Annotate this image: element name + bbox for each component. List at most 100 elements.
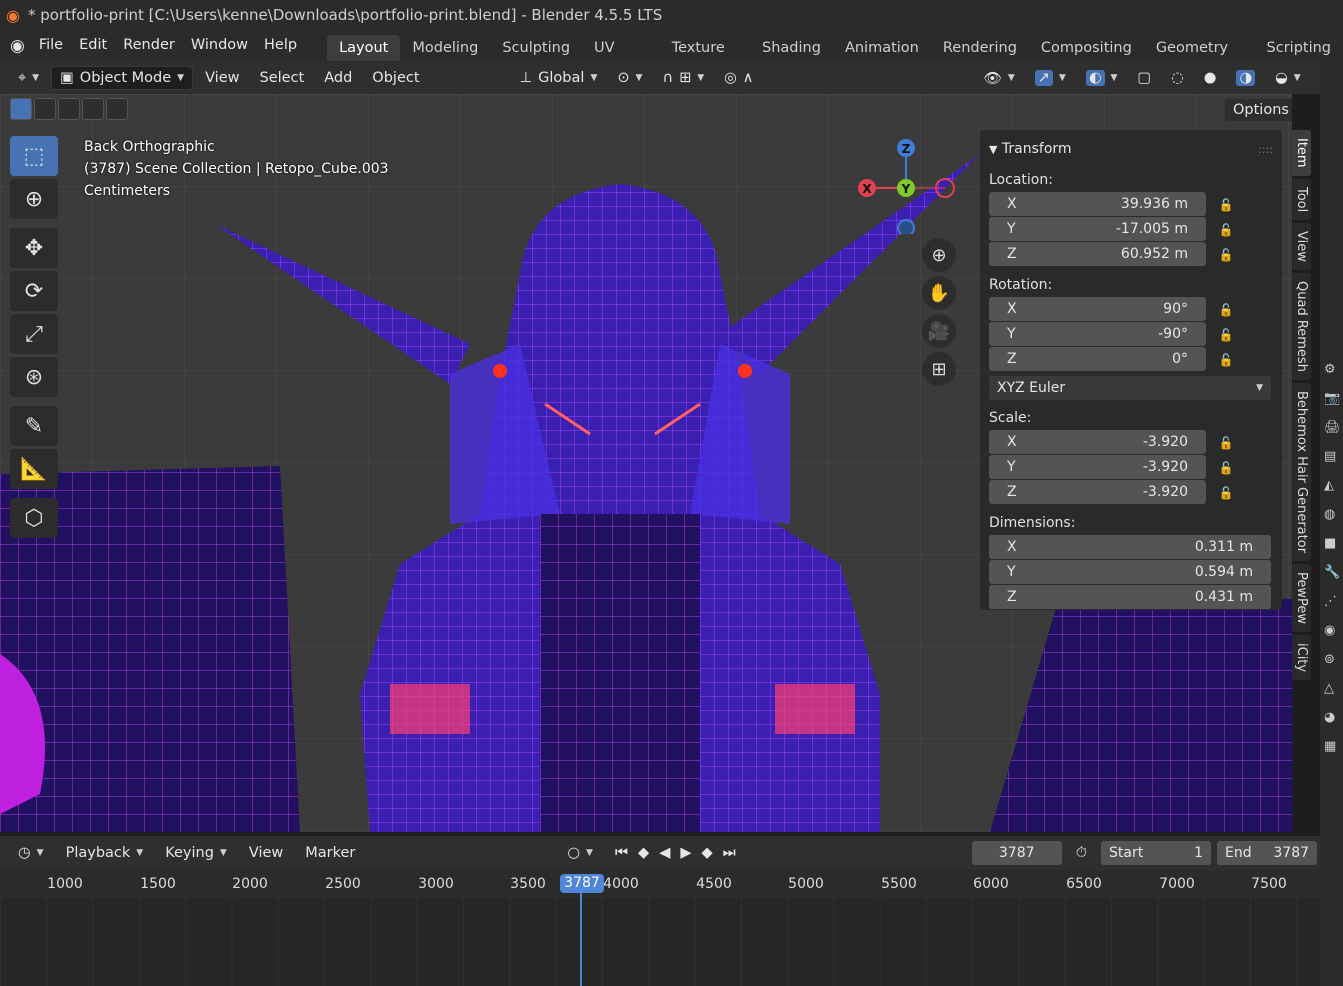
location-x-field[interactable]: X 39.936 m: [989, 192, 1206, 216]
lock-icon[interactable]: 🔓: [1214, 198, 1238, 212]
pivot-button[interactable]: ⊙ ▼: [609, 66, 650, 90]
location-y-field[interactable]: Y -17.005 m: [989, 217, 1206, 241]
transform-header[interactable]: ▼ Transform ::::: [989, 136, 1273, 162]
menu-view[interactable]: View: [197, 66, 247, 90]
cursor-tool[interactable]: ⊕: [10, 179, 58, 219]
snap-button[interactable]: ∩ ⊞ ▼: [654, 66, 712, 90]
select-intersect-icon[interactable]: [106, 98, 128, 120]
orientation-dropdown[interactable]: ⊥ Global ▼: [512, 66, 606, 90]
select-box-tool[interactable]: ⬚: [10, 136, 58, 176]
shading-material-button[interactable]: ◑: [1228, 66, 1263, 90]
navigation-gizmo[interactable]: Z X Y: [855, 134, 960, 234]
timeline-view-menu[interactable]: View: [241, 841, 291, 865]
lock-icon[interactable]: 🔓: [1214, 353, 1238, 367]
mode-dropdown[interactable]: ▣ Object Mode ▼: [51, 66, 194, 90]
menu-add[interactable]: Add: [316, 66, 360, 90]
next-keyframe-icon[interactable]: ◆: [702, 845, 713, 861]
tab-geometry-nodes[interactable]: Geometry Nodes: [1144, 35, 1255, 82]
annotate-tool[interactable]: ✎: [10, 406, 58, 446]
scale-z-field[interactable]: Z -3.920: [989, 480, 1206, 504]
texture-props-icon[interactable]: ▦: [1324, 739, 1341, 754]
options-button[interactable]: Options▼: [1224, 98, 1292, 122]
menu-file[interactable]: File: [31, 30, 71, 62]
lock-icon[interactable]: 🔓: [1214, 328, 1238, 342]
output-props-icon[interactable]: 🖨: [1324, 420, 1341, 435]
tab-modeling[interactable]: Modeling: [400, 35, 490, 61]
particles-icon[interactable]: ⋰: [1324, 594, 1341, 609]
auto-key-button[interactable]: ○ ▼: [559, 841, 601, 865]
start-frame-field[interactable]: Start 1: [1101, 841, 1212, 865]
keying-menu[interactable]: Keying ▼: [157, 841, 235, 865]
current-frame-field[interactable]: 3787: [971, 841, 1062, 865]
end-frame-field[interactable]: End 3787: [1217, 841, 1318, 865]
physics-icon[interactable]: ◉: [1324, 623, 1341, 638]
playhead-line[interactable]: [580, 886, 582, 986]
timeline-ruler[interactable]: 1000 1500 2000 2500 3000 3500 4000 4500 …: [0, 870, 1320, 898]
play-icon[interactable]: ▶: [680, 845, 691, 861]
world-props-icon[interactable]: ◍: [1324, 507, 1341, 522]
data-props-icon[interactable]: △: [1324, 681, 1341, 696]
menu-render[interactable]: Render: [115, 30, 183, 62]
measure-tool[interactable]: 📐: [10, 449, 58, 489]
proportional-edit-button[interactable]: ◎ ∧: [716, 66, 761, 90]
visibility-button[interactable]: 👁 ▼: [975, 66, 1022, 90]
scale-x-field[interactable]: X -3.920: [989, 430, 1206, 454]
ortho-toggle-button[interactable]: ⊞: [922, 352, 956, 386]
pan-button[interactable]: ✋: [922, 276, 956, 310]
tab-shading[interactable]: Shading: [750, 35, 833, 61]
select-extend-icon[interactable]: [34, 98, 56, 120]
view-layer-icon[interactable]: ▤: [1324, 449, 1341, 464]
menu-help[interactable]: Help: [256, 30, 305, 62]
tab-compositing[interactable]: Compositing: [1029, 35, 1144, 61]
tab-pewpew[interactable]: PewPew: [1292, 563, 1311, 632]
drag-handle-icon[interactable]: ::::: [1258, 143, 1273, 156]
dimension-y-field[interactable]: Y 0.594 m: [989, 560, 1271, 584]
tab-animation[interactable]: Animation: [833, 35, 931, 61]
dimension-x-field[interactable]: X 0.311 m: [989, 535, 1271, 559]
tab-quad-remesh[interactable]: Quad Remesh: [1292, 272, 1311, 380]
zoom-button[interactable]: ⊕: [922, 238, 956, 272]
menu-edit[interactable]: Edit: [71, 30, 115, 62]
xray-button[interactable]: ▢: [1129, 66, 1159, 90]
playhead-frame-badge[interactable]: 3787: [560, 874, 604, 893]
menu-object[interactable]: Object: [364, 66, 427, 90]
tab-scripting[interactable]: Scripting: [1255, 35, 1343, 61]
menu-select[interactable]: Select: [251, 66, 312, 90]
move-tool[interactable]: ✥: [10, 228, 58, 268]
gizmo-neg-z-axis[interactable]: [897, 219, 915, 234]
shading-rendered-button[interactable]: ◒ ▼: [1267, 66, 1309, 90]
play-reverse-icon[interactable]: ◀: [659, 845, 670, 861]
marker-menu[interactable]: Marker: [297, 841, 363, 865]
editor-type-button[interactable]: ⌖ ▼: [10, 66, 47, 90]
lock-icon[interactable]: 🔓: [1214, 303, 1238, 317]
lock-icon[interactable]: 🔓: [1214, 486, 1238, 500]
jump-end-icon[interactable]: ⏭: [723, 845, 736, 861]
tab-item[interactable]: Item: [1292, 130, 1311, 176]
tab-texture-paint[interactable]: Texture Paint: [660, 35, 750, 82]
timeline-editor-type[interactable]: ◷ ▼: [10, 841, 52, 865]
scale-y-field[interactable]: Y -3.920: [989, 455, 1206, 479]
select-invert-icon[interactable]: [82, 98, 104, 120]
camera-view-button[interactable]: 🎥: [922, 314, 956, 348]
render-props-icon[interactable]: 📷: [1324, 391, 1341, 406]
rotation-z-field[interactable]: Z 0°: [989, 347, 1206, 371]
tab-layout[interactable]: Layout: [327, 35, 401, 61]
rotation-y-field[interactable]: Y -90°: [989, 322, 1206, 346]
tab-behemox-hair[interactable]: Behemox Hair Generator: [1292, 382, 1311, 561]
select-subtract-icon[interactable]: [58, 98, 80, 120]
constraints-icon[interactable]: ⊚: [1324, 652, 1341, 667]
tab-uv-editing[interactable]: UV Editing: [582, 35, 660, 82]
prev-keyframe-icon[interactable]: ◆: [638, 845, 649, 861]
tab-tool[interactable]: Tool: [1292, 178, 1311, 220]
jump-start-icon[interactable]: ⏮: [615, 845, 628, 861]
lock-icon[interactable]: 🔓: [1214, 436, 1238, 450]
add-cube-tool[interactable]: ⬡: [10, 498, 58, 538]
gizmo-button[interactable]: ↗ ▼: [1027, 66, 1074, 90]
lock-icon[interactable]: 🔓: [1214, 223, 1238, 237]
tab-view[interactable]: View: [1292, 222, 1311, 270]
tab-icity[interactable]: iCity: [1292, 634, 1311, 680]
scene-props-icon[interactable]: ◭: [1324, 478, 1341, 493]
modifier-icon[interactable]: 🔧: [1324, 565, 1341, 580]
menu-window[interactable]: Window: [183, 30, 256, 62]
playback-menu[interactable]: Playback ▼: [58, 841, 152, 865]
